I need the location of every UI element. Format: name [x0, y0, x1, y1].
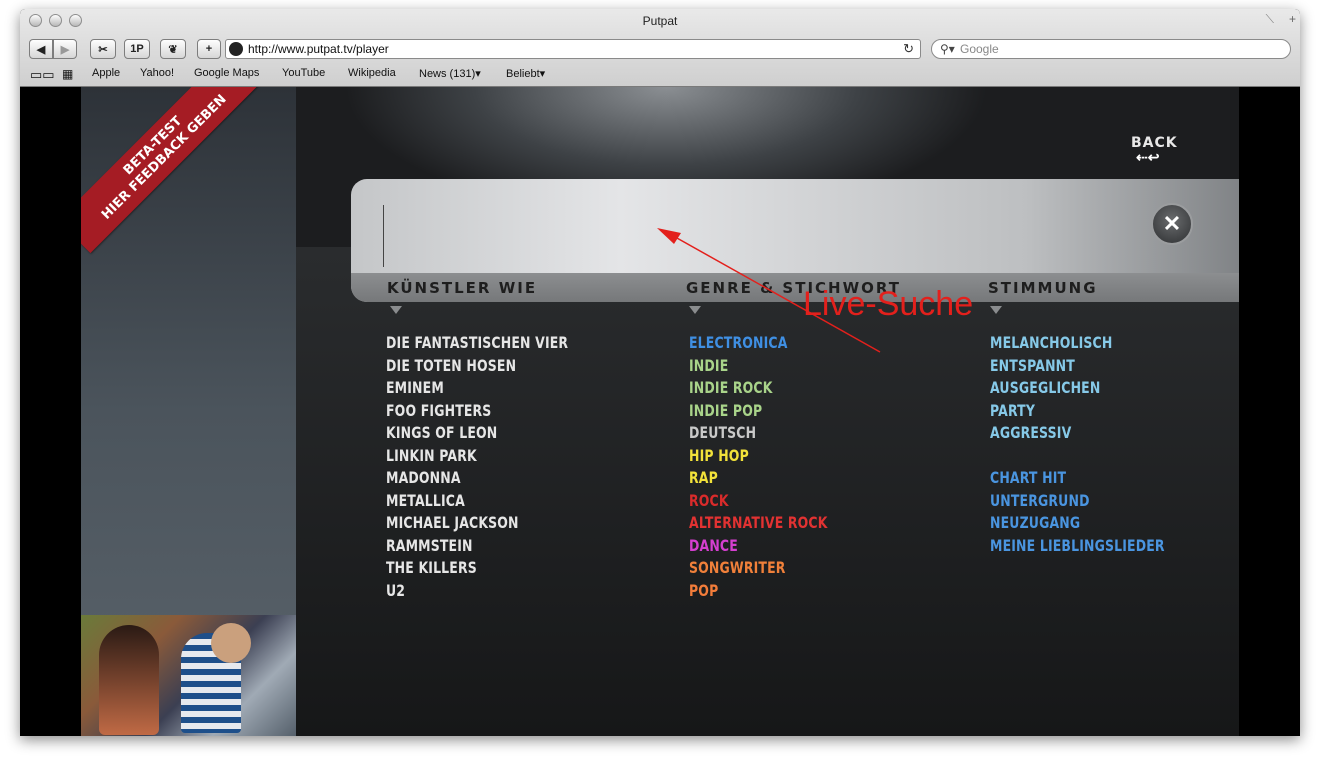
url-text: http://www.putpat.tv/player: [248, 42, 389, 56]
bookmark-item[interactable]: Apple: [92, 67, 120, 79]
search-icon: ⚲▾: [940, 42, 955, 56]
bookmark-item[interactable]: Wikipedia: [348, 67, 396, 79]
mood-item[interactable]: PARTY: [990, 400, 1165, 423]
browser-window: Putpat ⟍ + ◀ ▶ ✂ 1P ❦ + http://www.putpa…: [20, 9, 1300, 736]
artist-item[interactable]: EMINEM: [386, 377, 568, 400]
mood-item-2[interactable]: UNTERGRUND: [990, 490, 1165, 513]
forward-button[interactable]: ▶: [53, 39, 77, 59]
text-cursor: [383, 205, 384, 267]
artist-item[interactable]: MICHAEL JACKSON: [386, 512, 568, 535]
search-placeholder: Google: [960, 42, 999, 56]
scissors-icon: ✂: [98, 43, 108, 56]
onepassword-label: 1P: [130, 43, 144, 55]
reload-icon[interactable]: ↻: [903, 40, 914, 58]
browser-chrome: Putpat ⟍ + ◀ ▶ ✂ 1P ❦ + http://www.putpa…: [20, 9, 1300, 87]
mood-item[interactable]: AUSGEGLICHEN: [990, 377, 1165, 400]
bookmark-item[interactable]: YouTube: [282, 67, 325, 79]
grid-icon[interactable]: ▦: [62, 67, 73, 81]
player-main: BACK ⇠↩ KÜNSTLER WIE GENRE & STICHWORT S…: [296, 87, 1239, 736]
add-bookmark-button[interactable]: +: [197, 39, 221, 59]
genre-item[interactable]: SONGWRITER: [689, 557, 828, 580]
mood-item-2[interactable]: CHART HIT: [990, 467, 1165, 490]
genre-item[interactable]: INDIE ROCK: [689, 377, 828, 400]
bookmark-item[interactable]: Beliebt▾: [506, 67, 545, 80]
genre-item[interactable]: ELECTRONICA: [689, 332, 828, 355]
mood-item[interactable]: AGGRESSIV: [990, 422, 1165, 445]
chevron-down-icon: [390, 306, 402, 314]
artist-item[interactable]: MADONNA: [386, 467, 568, 490]
bookmarks-bar: ▭▭ ▦ Apple Yahoo! Google Maps YouTube Wi…: [20, 66, 1300, 82]
snip-button[interactable]: ✂: [90, 39, 116, 59]
artist-item[interactable]: DIE FANTASTISCHEN VIER: [386, 332, 568, 355]
onepassword-button[interactable]: 1P: [124, 39, 150, 59]
genre-item[interactable]: HIP HOP: [689, 445, 828, 468]
bookmark-item[interactable]: Yahoo!: [140, 67, 174, 79]
ribbon-line2: HIER FEEDBACK GEBEN: [98, 91, 230, 223]
toolbar-toggle-icon[interactable]: ⟍: [1266, 12, 1274, 27]
mood-item[interactable]: MELANCHOLISCH: [990, 332, 1165, 355]
return-arrow-icon[interactable]: ⇠↩: [1136, 149, 1159, 166]
artist-item[interactable]: FOO FIGHTERS: [386, 400, 568, 423]
genre-item[interactable]: INDIE POP: [689, 400, 828, 423]
address-bar[interactable]: http://www.putpat.tv/player ↻: [225, 39, 921, 59]
genre-item[interactable]: ROCK: [689, 490, 828, 513]
genre-item[interactable]: INDIE: [689, 355, 828, 378]
artist-item[interactable]: THE KILLERS: [386, 557, 568, 580]
artist-item[interactable]: METALLICA: [386, 490, 568, 513]
genre-item[interactable]: POP: [689, 580, 828, 603]
add-label: +: [205, 43, 213, 55]
artist-item[interactable]: U2: [386, 580, 568, 603]
artists-header: KÜNSTLER WIE: [387, 279, 538, 297]
artist-item[interactable]: RAMMSTEIN: [386, 535, 568, 558]
toolbar-toggle-icon[interactable]: +: [1289, 12, 1296, 26]
page-content: BETA-TEST HIER FEEDBACK GEBEN BACK ⇠↩ KÜ…: [20, 87, 1300, 736]
mood-item-2[interactable]: MEINE LIEBLINGSLIEDER: [990, 535, 1165, 558]
chevron-down-icon: [689, 306, 701, 314]
site-favicon-icon: [229, 42, 243, 56]
genre-item[interactable]: RAP: [689, 467, 828, 490]
reading-list-icon[interactable]: ▭▭: [30, 67, 55, 83]
back-button[interactable]: ◀: [29, 39, 53, 59]
artist-item[interactable]: KINGS OF LEON: [386, 422, 568, 445]
left-panel: BETA-TEST HIER FEEDBACK GEBEN: [81, 87, 296, 736]
elephant-icon: ❦: [168, 43, 178, 56]
back-arrow-icon: ◀: [36, 43, 46, 56]
beta-feedback-ribbon[interactable]: BETA-TEST HIER FEEDBACK GEBEN: [81, 87, 261, 254]
dancer-figure: [99, 625, 159, 735]
genre-item[interactable]: DANCE: [689, 535, 828, 558]
forward-arrow-icon: ▶: [60, 43, 70, 56]
moods-header: STIMMUNG: [988, 279, 1098, 297]
mood-item[interactable]: ENTSPANNT: [990, 355, 1165, 378]
search-input[interactable]: ⚲▾ Google: [931, 39, 1291, 59]
genre-item[interactable]: ALTERNATIVE ROCK: [689, 512, 828, 535]
bookmark-item[interactable]: News (131)▾: [419, 67, 481, 80]
chevron-down-icon: [990, 306, 1002, 314]
genres-list: ELECTRONICA INDIE INDIE ROCK INDIE POP D…: [689, 332, 867, 602]
moods-list: MELANCHOLISCH ENTSPANNT AUSGEGLICHEN PAR…: [990, 332, 1214, 557]
mood-item-2[interactable]: NEUZUGANG: [990, 512, 1165, 535]
clear-search-button[interactable]: ✕: [1151, 203, 1193, 245]
window-title: Putpat: [642, 14, 678, 28]
annotation-label: Live-Suche: [803, 285, 974, 323]
genre-item[interactable]: DEUTSCH: [689, 422, 828, 445]
artist-item[interactable]: DIE TOTEN HOSEN: [386, 355, 568, 378]
live-search-box[interactable]: KÜNSTLER WIE GENRE & STICHWORT STIMMUNG: [351, 179, 1239, 302]
video-thumbnail[interactable]: [81, 615, 296, 736]
close-icon: ✕: [1162, 211, 1182, 236]
artists-list: DIE FANTASTISCHEN VIER DIE TOTEN HOSEN E…: [386, 332, 620, 602]
artist-item[interactable]: LINKIN PARK: [386, 445, 568, 468]
dancer-head: [211, 623, 251, 663]
bookmark-item[interactable]: Google Maps: [194, 67, 259, 79]
evernote-button[interactable]: ❦: [160, 39, 186, 59]
